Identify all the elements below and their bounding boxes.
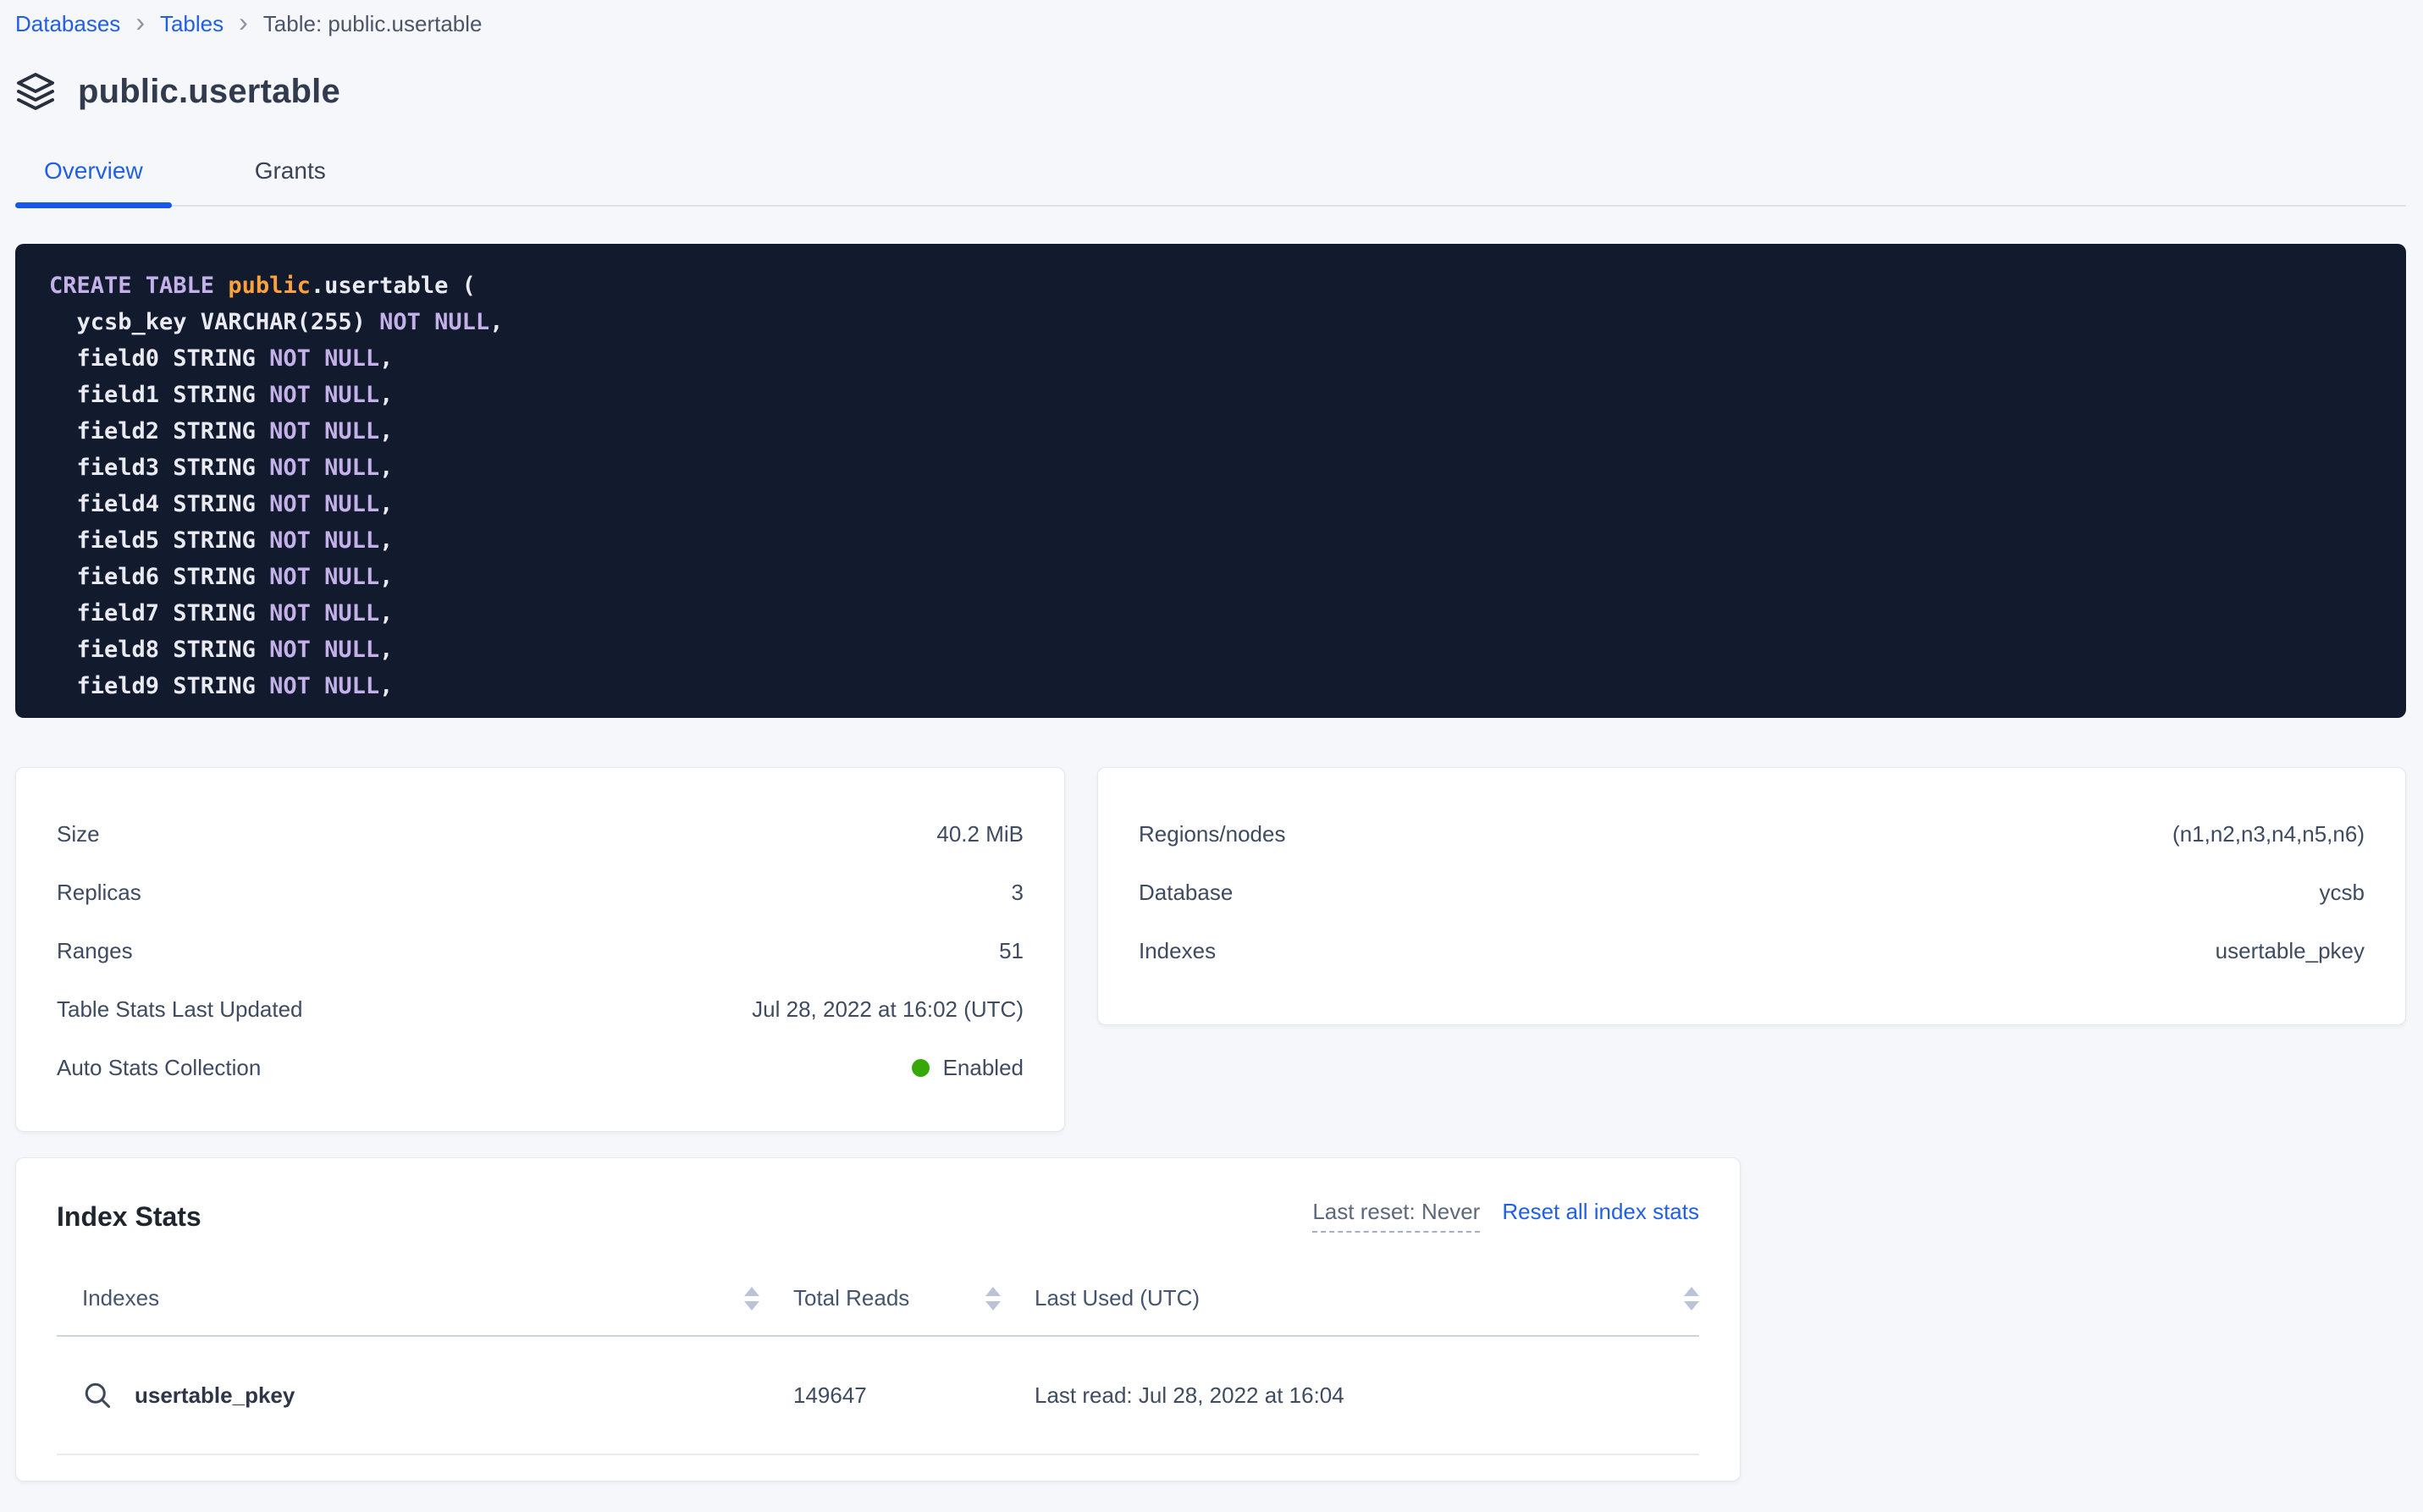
total-reads-cell: 149647 <box>793 1382 1001 1409</box>
last-used-cell: Last read: Jul 28, 2022 at 16:04 <box>1035 1382 1699 1409</box>
column-header-last-used[interactable]: Last Used (UTC) <box>1035 1285 1699 1311</box>
tab-grants[interactable]: Grants <box>226 147 355 205</box>
detail-label: Regions/nodes <box>1139 821 1285 847</box>
detail-row-database: Database ycsb <box>1139 864 2365 922</box>
breadcrumb-link-tables[interactable]: Tables <box>160 11 224 37</box>
sql-code-line: field4 STRING NOT NULL, <box>49 486 2372 522</box>
index-stats-table-header: Indexes Total Reads Last Used (UTC) <box>57 1275 1699 1337</box>
index-name-cell: usertable_pkey <box>57 1380 759 1410</box>
sql-code-line: field8 STRING NOT NULL, <box>49 632 2372 668</box>
detail-label: Auto Stats Collection <box>57 1055 261 1081</box>
detail-label: Table Stats Last Updated <box>57 996 303 1023</box>
sort-icon <box>985 1287 1001 1311</box>
sql-code-line: ycsb_key VARCHAR(255) NOT NULL, <box>49 304 2372 340</box>
detail-row-ranges: Ranges 51 <box>57 922 1024 980</box>
sort-icon <box>744 1287 759 1311</box>
sql-code-line: field6 STRING NOT NULL, <box>49 559 2372 595</box>
tab-bar: Overview Grants <box>15 147 2406 207</box>
index-stats-table: Indexes Total Reads Last Used (UTC) <box>57 1275 1699 1455</box>
detail-label: Size <box>57 821 100 847</box>
breadcrumb-link-databases[interactable]: Databases <box>15 11 120 37</box>
page-title: public.usertable <box>78 73 340 111</box>
detail-value: 40.2 MiB <box>936 821 1024 847</box>
detail-value: usertable_pkey <box>2216 938 2365 964</box>
table-overview-card: Size 40.2 MiB Replicas 3 Ranges 51 Table… <box>15 767 1065 1132</box>
sql-code-line: field7 STRING NOT NULL, <box>49 595 2372 632</box>
table-meta-card: Regions/nodes (n1,n2,n3,n4,n5,n6) Databa… <box>1097 767 2406 1025</box>
reset-all-index-stats-link[interactable]: Reset all index stats <box>1502 1199 1699 1225</box>
breadcrumb-current: Table: public.usertable <box>263 11 483 37</box>
status-text: Enabled <box>943 1055 1024 1081</box>
detail-row-auto-stats: Auto Stats Collection Enabled <box>57 1039 1024 1097</box>
table-layers-icon <box>15 71 56 112</box>
sort-icon <box>1684 1287 1699 1311</box>
search-icon <box>82 1380 113 1410</box>
detail-row-replicas: Replicas 3 <box>57 864 1024 922</box>
tab-overview[interactable]: Overview <box>15 147 172 205</box>
breadcrumb: Databases › Tables › Table: public.usert… <box>15 0 2406 37</box>
index-stats-reset-area: Last reset: Never Reset all index stats <box>1312 1199 1699 1233</box>
status-dot-enabled-icon <box>912 1059 930 1077</box>
detail-row-indexes: Indexes usertable_pkey <box>1139 922 2365 980</box>
last-reset-label: Last reset: Never <box>1312 1199 1480 1233</box>
chevron-right-icon: › <box>135 8 145 36</box>
column-header-indexes[interactable]: Indexes <box>57 1285 759 1311</box>
detail-label: Indexes <box>1139 938 1216 964</box>
detail-value: 51 <box>999 938 1024 964</box>
index-stats-table-row: usertable_pkey 149647 Last read: Jul 28,… <box>57 1337 1699 1455</box>
detail-row-size: Size 40.2 MiB <box>57 805 1024 864</box>
detail-value: Enabled <box>912 1055 1024 1081</box>
table-details-page: Databases › Tables › Table: public.usert… <box>0 0 2423 1482</box>
index-name-link[interactable]: usertable_pkey <box>135 1382 295 1409</box>
detail-row-regions: Regions/nodes (n1,n2,n3,n4,n5,n6) <box>1139 805 2365 864</box>
detail-label: Database <box>1139 880 1233 906</box>
chevron-right-icon: › <box>239 8 248 36</box>
sql-code-line: field2 STRING NOT NULL, <box>49 413 2372 450</box>
create-table-statement: CREATE TABLE public.usertable ( ycsb_key… <box>15 244 2406 718</box>
column-header-label: Total Reads <box>793 1285 909 1311</box>
index-stats-header: Index Stats Last reset: Never Reset all … <box>57 1199 1699 1233</box>
detail-row-stats-updated: Table Stats Last Updated Jul 28, 2022 at… <box>57 980 1024 1039</box>
sql-code-line: field1 STRING NOT NULL, <box>49 377 2372 413</box>
detail-label: Ranges <box>57 938 133 964</box>
sql-code-line: field9 STRING NOT NULL, <box>49 668 2372 704</box>
index-stats-title: Index Stats <box>57 1201 201 1233</box>
sql-code-line: CREATE TABLE public.usertable ( <box>49 268 2372 304</box>
detail-value: 3 <box>1012 880 1024 906</box>
column-header-label: Last Used (UTC) <box>1035 1285 1200 1311</box>
detail-value: ycsb <box>2320 880 2365 906</box>
sql-code-line: field5 STRING NOT NULL, <box>49 522 2372 559</box>
index-stats-card: Index Stats Last reset: Never Reset all … <box>15 1157 1741 1482</box>
sql-code-line: field0 STRING NOT NULL, <box>49 340 2372 377</box>
page-title-row: public.usertable <box>15 71 2406 112</box>
detail-value: Jul 28, 2022 at 16:02 (UTC) <box>752 996 1024 1023</box>
detail-cards-row: Size 40.2 MiB Replicas 3 Ranges 51 Table… <box>15 767 2406 1132</box>
column-header-total-reads[interactable]: Total Reads <box>793 1285 1001 1311</box>
detail-label: Replicas <box>57 880 141 906</box>
detail-value: (n1,n2,n3,n4,n5,n6) <box>2172 821 2365 847</box>
column-header-label: Indexes <box>82 1285 159 1311</box>
sql-code-line: field3 STRING NOT NULL, <box>49 450 2372 486</box>
